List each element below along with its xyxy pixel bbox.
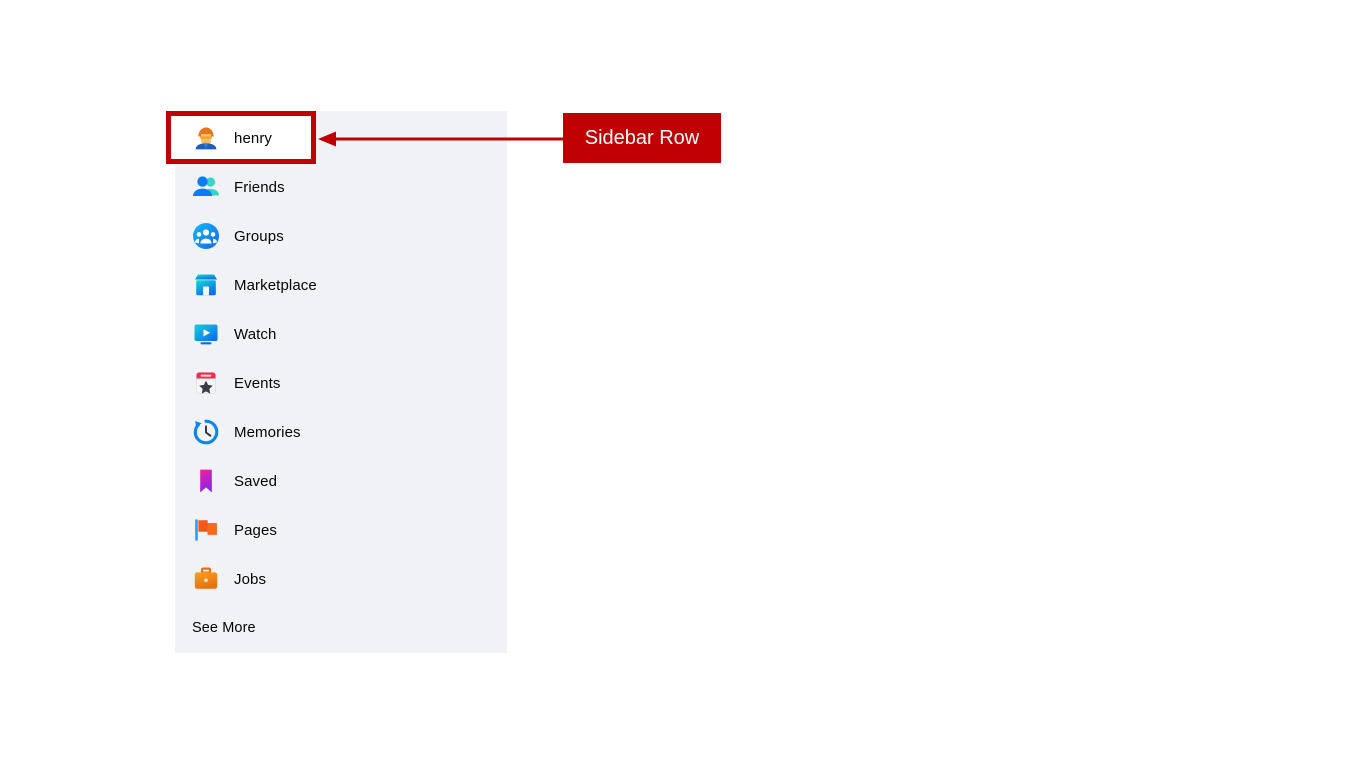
sidebar-item-label: Memories	[234, 423, 301, 441]
sidebar-see-more-button[interactable]: See More	[175, 607, 507, 649]
sidebar-item-label: Marketplace	[234, 276, 317, 294]
sidebar-item-label: henry	[234, 129, 273, 147]
sidebar-item-groups[interactable]: Groups	[175, 215, 507, 257]
sidebar-item-label: Jobs	[234, 570, 267, 588]
sidebar-panel: Friends Groups Marketplace Watch Events …	[175, 111, 507, 653]
pages-icon	[192, 516, 220, 544]
memories-icon	[192, 418, 220, 446]
sidebar-item-label: Friends	[234, 178, 285, 196]
annotation-arrow	[318, 131, 578, 147]
watch-icon	[192, 320, 220, 348]
marketplace-icon	[192, 271, 220, 299]
avatar-icon	[192, 124, 220, 152]
sidebar-item-label: Saved	[234, 472, 278, 490]
sidebar-item-memories[interactable]: Memories	[175, 411, 507, 453]
annotation-label-text: Sidebar Row	[584, 126, 700, 149]
sidebar-item-label: Watch	[234, 325, 277, 343]
sidebar-item-label: Pages	[234, 521, 278, 539]
sidebar-item-watch[interactable]: Watch	[175, 313, 507, 355]
groups-icon	[192, 222, 220, 250]
jobs-icon	[192, 565, 220, 593]
annotation-label-sidebar-row: Sidebar Row	[563, 113, 721, 163]
events-icon	[192, 369, 220, 397]
sidebar-item-label: Groups	[234, 227, 284, 245]
sidebar-item-events[interactable]: Events	[175, 362, 507, 404]
sidebar-item-marketplace[interactable]: Marketplace	[175, 264, 507, 306]
see-more-label: See More	[192, 620, 256, 636]
sidebar-item-saved[interactable]: Saved	[175, 460, 507, 502]
friends-icon	[192, 173, 220, 201]
sidebar-item-friends[interactable]: Friends	[175, 166, 507, 208]
sidebar-item-jobs[interactable]: Jobs	[175, 558, 507, 600]
sidebar-item-pages[interactable]: Pages	[175, 509, 507, 551]
sidebar-item-henry[interactable]: henry	[175, 117, 310, 159]
saved-icon	[192, 467, 220, 495]
sidebar-item-label: Events	[234, 374, 281, 392]
